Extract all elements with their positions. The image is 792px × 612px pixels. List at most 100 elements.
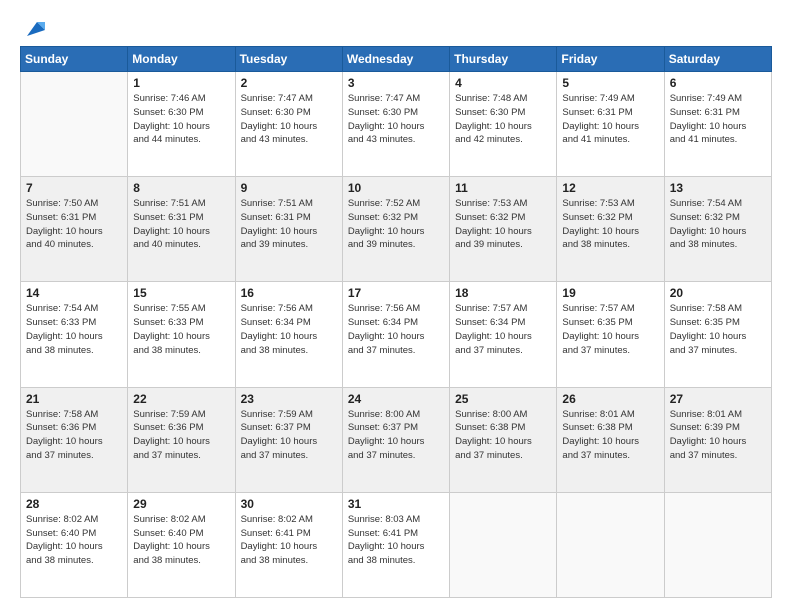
day-info: Sunrise: 7:47 AM Sunset: 6:30 PM Dayligh… [241,92,337,147]
calendar-cell: 29 Sunrise: 8:02 AM Sunset: 6:40 PM Dayli… [128,492,235,597]
calendar-cell: 3 Sunrise: 7:47 AM Sunset: 6:30 PM Daylig… [342,72,449,177]
calendar-cell: 18 Sunrise: 7:57 AM Sunset: 6:34 PM Dayli… [450,282,557,387]
calendar-cell: 4 Sunrise: 7:48 AM Sunset: 6:30 PM Daylig… [450,72,557,177]
day-info: Sunrise: 7:54 AM Sunset: 6:32 PM Dayligh… [670,197,766,252]
day-info: Sunrise: 7:49 AM Sunset: 6:31 PM Dayligh… [670,92,766,147]
day-info: Sunrise: 7:48 AM Sunset: 6:30 PM Dayligh… [455,92,551,147]
day-info: Sunrise: 7:56 AM Sunset: 6:34 PM Dayligh… [348,302,444,357]
day-number: 24 [348,392,444,406]
day-number: 13 [670,181,766,195]
page: SundayMondayTuesdayWednesdayThursdayFrid… [0,0,792,612]
weekday-monday: Monday [128,47,235,72]
logo [20,18,45,36]
calendar-cell: 22Sunrise: 7:59 AM Sunset: 6:36 PM Dayli… [128,387,235,492]
day-number: 20 [670,286,766,300]
weekday-sunday: Sunday [21,47,128,72]
day-number: 4 [455,76,551,90]
day-info: Sunrise: 7:49 AM Sunset: 6:31 PM Dayligh… [562,92,658,147]
calendar-cell: 19 Sunrise: 7:57 AM Sunset: 6:35 PM Dayli… [557,282,664,387]
day-number: 15 [133,286,229,300]
day-number: 16 [241,286,337,300]
calendar-cell: 2 Sunrise: 7:47 AM Sunset: 6:30 PM Daylig… [235,72,342,177]
day-number: 29 [133,497,229,511]
day-info: Sunrise: 8:02 AM Sunset: 6:41 PM Dayligh… [241,513,337,568]
day-info: Sunrise: 7:53 AM Sunset: 6:32 PM Dayligh… [562,197,658,252]
day-info: Sunrise: 7:58 AM Sunset: 6:36 PM Dayligh… [26,408,122,463]
day-number: 17 [348,286,444,300]
day-number: 21 [26,392,122,406]
day-number: 2 [241,76,337,90]
day-info: Sunrise: 7:47 AM Sunset: 6:30 PM Dayligh… [348,92,444,147]
day-info: Sunrise: 7:57 AM Sunset: 6:35 PM Dayligh… [562,302,658,357]
day-number: 19 [562,286,658,300]
calendar-cell: 8Sunrise: 7:51 AM Sunset: 6:31 PM Daylig… [128,177,235,282]
day-number: 7 [26,181,122,195]
weekday-friday: Friday [557,47,664,72]
day-number: 9 [241,181,337,195]
day-info: Sunrise: 7:54 AM Sunset: 6:33 PM Dayligh… [26,302,122,357]
day-number: 5 [562,76,658,90]
calendar-cell: 24 Sunrise: 8:00 AM Sunset: 6:37 PM Dayli… [342,387,449,492]
day-number: 10 [348,181,444,195]
calendar-cell: 28 Sunrise: 8:02 AM Sunset: 6:40 PM Dayli… [21,492,128,597]
calendar-cell: 16 Sunrise: 7:56 AM Sunset: 6:34 PM Dayli… [235,282,342,387]
day-info: Sunrise: 8:02 AM Sunset: 6:40 PM Dayligh… [133,513,229,568]
week-row-3: 14 Sunrise: 7:54 AM Sunset: 6:33 PM Dayli… [21,282,772,387]
calendar-cell: 5 Sunrise: 7:49 AM Sunset: 6:31 PM Daylig… [557,72,664,177]
calendar-cell: 31Sunrise: 8:03 AM Sunset: 6:41 PM Dayli… [342,492,449,597]
day-number: 12 [562,181,658,195]
calendar-cell: 15 Sunrise: 7:55 AM Sunset: 6:33 PM Dayli… [128,282,235,387]
weekday-header-row: SundayMondayTuesdayWednesdayThursdayFrid… [21,47,772,72]
week-row-5: 28 Sunrise: 8:02 AM Sunset: 6:40 PM Dayli… [21,492,772,597]
day-info: Sunrise: 7:58 AM Sunset: 6:35 PM Dayligh… [670,302,766,357]
day-number: 14 [26,286,122,300]
day-info: Sunrise: 7:59 AM Sunset: 6:37 PM Dayligh… [241,408,337,463]
calendar-cell: 6 Sunrise: 7:49 AM Sunset: 6:31 PM Daylig… [664,72,771,177]
calendar-cell: 9 Sunrise: 7:51 AM Sunset: 6:31 PM Daylig… [235,177,342,282]
day-info: Sunrise: 7:52 AM Sunset: 6:32 PM Dayligh… [348,197,444,252]
calendar-cell: 25Sunrise: 8:00 AM Sunset: 6:38 PM Dayli… [450,387,557,492]
day-number: 30 [241,497,337,511]
calendar-cell: 13 Sunrise: 7:54 AM Sunset: 6:32 PM Dayli… [664,177,771,282]
calendar-cell: 1Sunrise: 7:46 AM Sunset: 6:30 PM Daylig… [128,72,235,177]
calendar-cell [450,492,557,597]
calendar-cell: 27 Sunrise: 8:01 AM Sunset: 6:39 PM Dayli… [664,387,771,492]
day-number: 11 [455,181,551,195]
day-info: Sunrise: 8:03 AM Sunset: 6:41 PM Dayligh… [348,513,444,568]
day-number: 28 [26,497,122,511]
calendar-cell: 7 Sunrise: 7:50 AM Sunset: 6:31 PM Daylig… [21,177,128,282]
day-number: 27 [670,392,766,406]
day-number: 3 [348,76,444,90]
day-info: Sunrise: 7:57 AM Sunset: 6:34 PM Dayligh… [455,302,551,357]
day-info: Sunrise: 8:00 AM Sunset: 6:37 PM Dayligh… [348,408,444,463]
calendar-cell [664,492,771,597]
calendar-cell: 30 Sunrise: 8:02 AM Sunset: 6:41 PM Dayli… [235,492,342,597]
day-info: Sunrise: 7:55 AM Sunset: 6:33 PM Dayligh… [133,302,229,357]
weekday-wednesday: Wednesday [342,47,449,72]
calendar-cell: 26 Sunrise: 8:01 AM Sunset: 6:38 PM Dayli… [557,387,664,492]
day-info: Sunrise: 7:56 AM Sunset: 6:34 PM Dayligh… [241,302,337,357]
day-info: Sunrise: 7:50 AM Sunset: 6:31 PM Dayligh… [26,197,122,252]
week-row-1: 1Sunrise: 7:46 AM Sunset: 6:30 PM Daylig… [21,72,772,177]
day-number: 1 [133,76,229,90]
logo-icon [23,18,45,40]
day-info: Sunrise: 7:51 AM Sunset: 6:31 PM Dayligh… [241,197,337,252]
day-number: 6 [670,76,766,90]
day-number: 8 [133,181,229,195]
day-info: Sunrise: 8:01 AM Sunset: 6:38 PM Dayligh… [562,408,658,463]
day-number: 18 [455,286,551,300]
calendar-cell: 12 Sunrise: 7:53 AM Sunset: 6:32 PM Dayli… [557,177,664,282]
calendar-cell: 11Sunrise: 7:53 AM Sunset: 6:32 PM Dayli… [450,177,557,282]
day-info: Sunrise: 8:01 AM Sunset: 6:39 PM Dayligh… [670,408,766,463]
calendar-cell: 17 Sunrise: 7:56 AM Sunset: 6:34 PM Dayli… [342,282,449,387]
day-info: Sunrise: 8:02 AM Sunset: 6:40 PM Dayligh… [26,513,122,568]
day-number: 22 [133,392,229,406]
calendar-cell: 21 Sunrise: 7:58 AM Sunset: 6:36 PM Dayli… [21,387,128,492]
day-number: 26 [562,392,658,406]
weekday-tuesday: Tuesday [235,47,342,72]
weekday-thursday: Thursday [450,47,557,72]
calendar-cell: 20 Sunrise: 7:58 AM Sunset: 6:35 PM Dayli… [664,282,771,387]
week-row-2: 7 Sunrise: 7:50 AM Sunset: 6:31 PM Daylig… [21,177,772,282]
day-info: Sunrise: 8:00 AM Sunset: 6:38 PM Dayligh… [455,408,551,463]
calendar-cell: 14 Sunrise: 7:54 AM Sunset: 6:33 PM Dayli… [21,282,128,387]
